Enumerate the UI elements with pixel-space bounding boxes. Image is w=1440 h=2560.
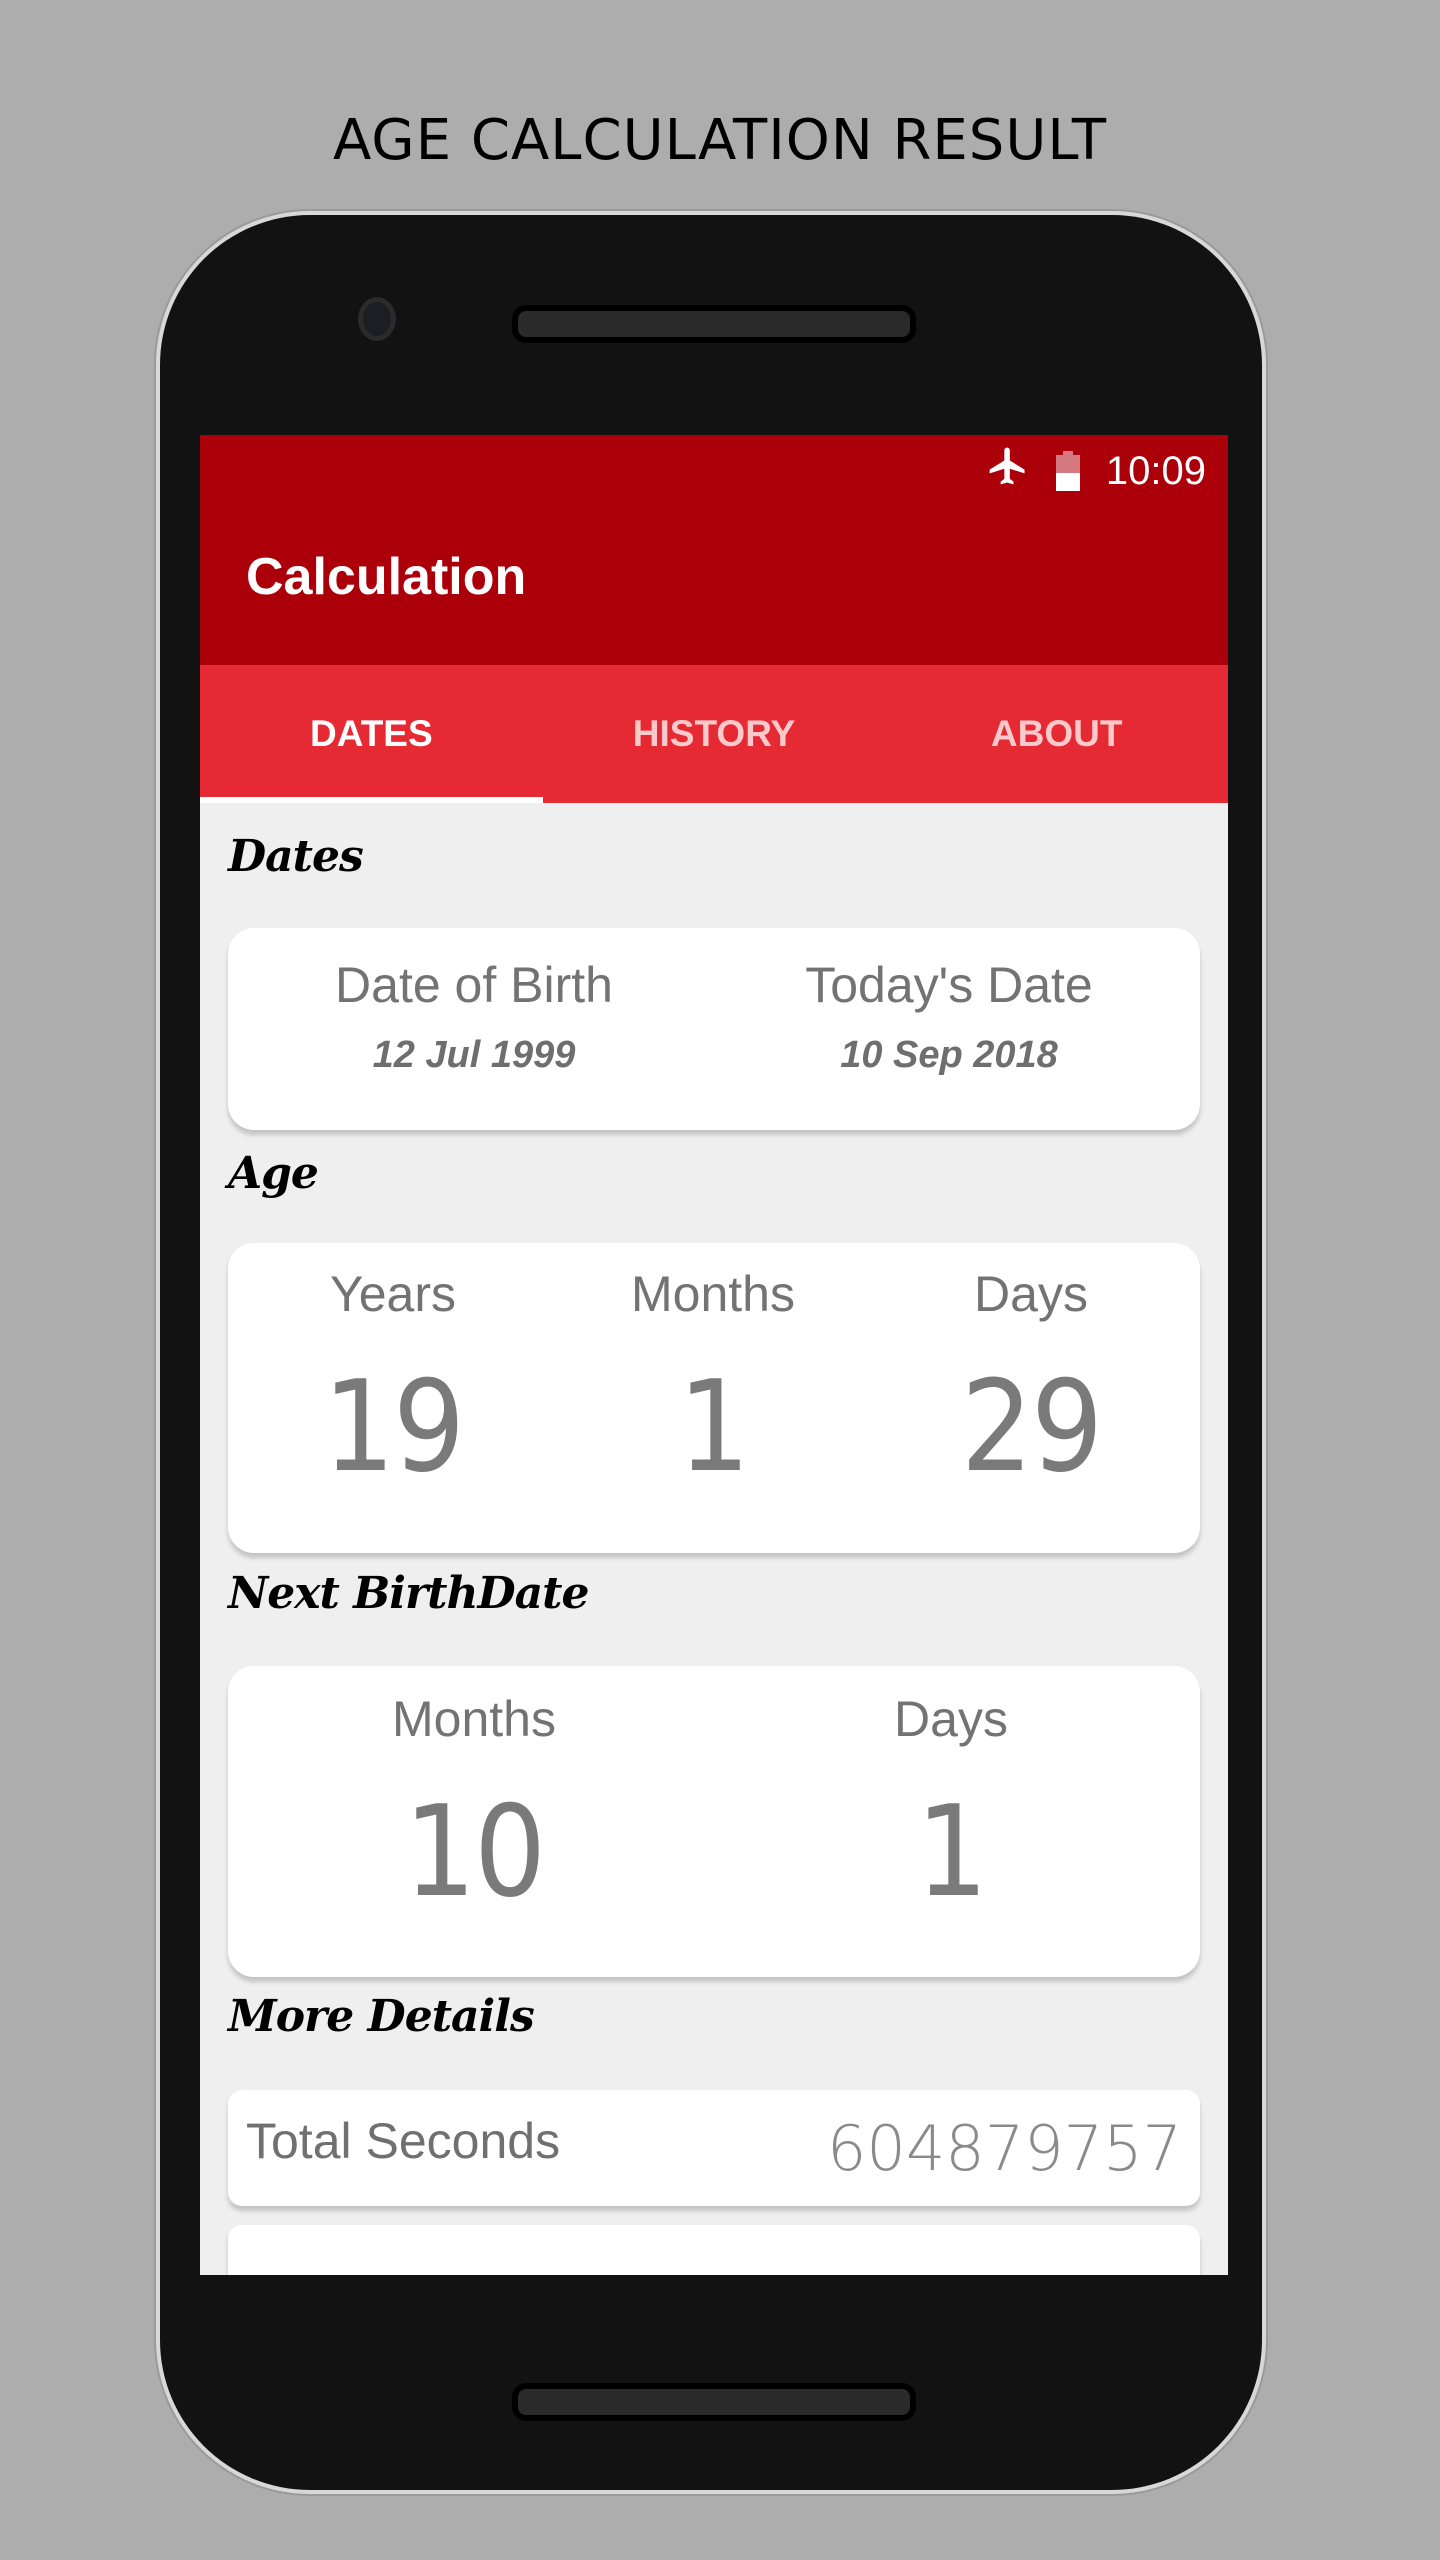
page-title: AGE CALCULATION RESULT [332, 108, 1108, 173]
tab-history[interactable]: HISTORY [543, 665, 886, 803]
tab-about[interactable]: ABOUT [885, 665, 1228, 803]
detail-row-partial [228, 2225, 1200, 2275]
dates-heading: Dates [228, 831, 364, 882]
next-birthdate-heading: Next BirthDate [228, 1568, 589, 1619]
today-date-label: Today's Date [805, 957, 1093, 1013]
airplane-mode-icon [986, 444, 1030, 498]
tab-bar: DATES HISTORY ABOUT [200, 665, 1228, 803]
age-days-label: Days [974, 1266, 1088, 1322]
tab-dates[interactable]: DATES [200, 665, 543, 803]
app-screen: 10:09 Calculation DATES HISTORY ABOUT Da… [200, 435, 1228, 2275]
status-bar: 10:09 [200, 435, 1228, 507]
age-years-label: Years [329, 1266, 457, 1322]
bottom-speaker [512, 2383, 916, 2421]
age-months-value: 1 [677, 1353, 750, 1500]
next-birthdate-card: Months 10 Days 1 [228, 1666, 1200, 1977]
age-months-label: Months [631, 1266, 795, 1322]
age-years-value: 19 [322, 1353, 465, 1500]
age-days-value: 29 [960, 1353, 1103, 1500]
detail-value: 604879757 [826, 2112, 1182, 2185]
birth-date-label: Date of Birth [335, 957, 613, 1013]
birth-date-value: 12 Jul 1999 [372, 1034, 576, 1076]
age-card: Years 19 Months 1 Days 29 [228, 1243, 1200, 1553]
app-title: Calculation [246, 548, 527, 606]
age-heading: Age [228, 1148, 319, 1199]
top-speaker [512, 305, 916, 343]
status-time: 10:09 [1105, 448, 1206, 493]
app-bar: Calculation [200, 507, 1228, 665]
detail-label: Total Seconds [246, 2113, 561, 2169]
front-camera [358, 297, 396, 341]
more-details-heading: More Details [228, 1991, 535, 2042]
today-date-value: 10 Sep 2018 [840, 1034, 1058, 1076]
detail-row-total-seconds: Total Seconds 604879757 [228, 2090, 1200, 2206]
next-days-label: Days [894, 1691, 1008, 1747]
next-days-value: 1 [915, 1778, 988, 1925]
dates-card: Date of Birth 12 Jul 1999 Today's Date 1… [228, 928, 1200, 1130]
next-months-value: 10 [403, 1778, 546, 1925]
next-months-label: Months [392, 1691, 556, 1747]
battery-icon [1055, 451, 1080, 491]
